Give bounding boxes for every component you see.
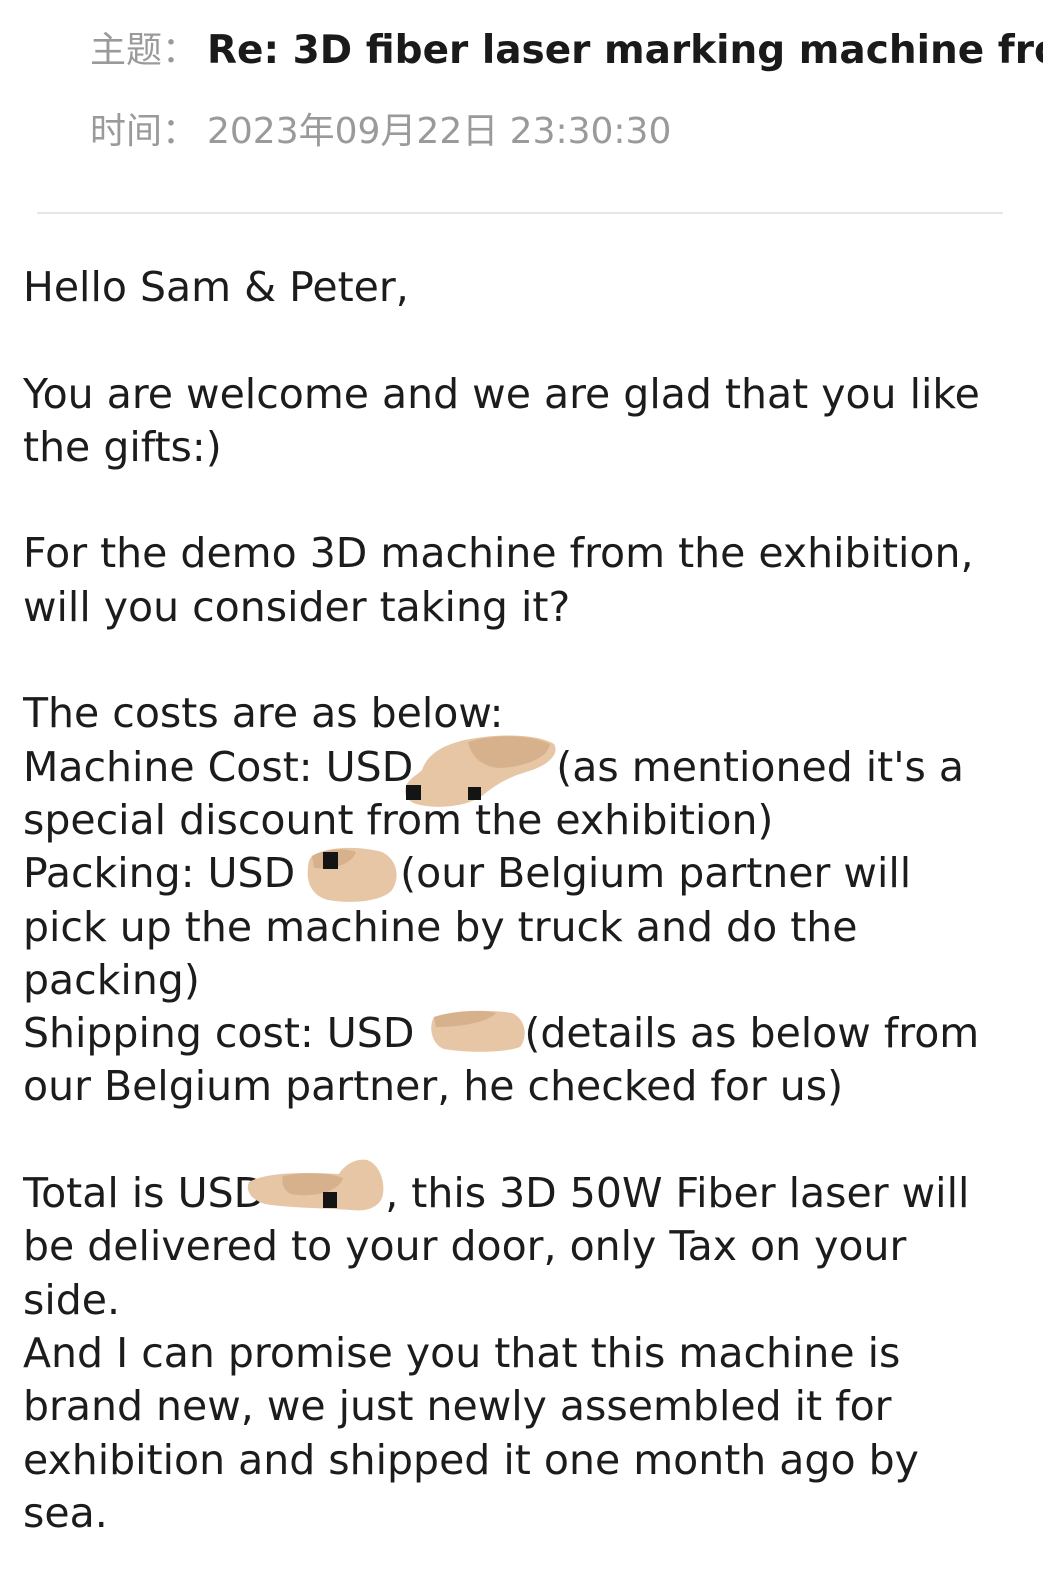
redaction-mark	[405, 735, 556, 807]
header-divider	[37, 212, 1003, 214]
packing-cost-note-line: packing)	[23, 955, 200, 1004]
thanks-line: You are welcome and we are glad that you…	[23, 369, 980, 418]
redaction-mark	[414, 1007, 526, 1060]
shipping-cost-label: Shipping cost: USD	[23, 1009, 415, 1058]
thanks-paragraph: You are welcome and we are glad that you…	[23, 368, 1033, 475]
email-body: Hello Sam & Peter, You are welcome and w…	[23, 261, 1033, 1551]
machine-cost-line: Machine Cost: USD (as mentioned it's a	[23, 735, 1033, 807]
offer-paragraph: For the demo 3D machine from the exhibit…	[23, 527, 1033, 634]
offer-line: For the demo 3D machine from the exhibit…	[23, 529, 974, 578]
packing-cost-note-line: pick up the machine by truck and do the	[23, 902, 858, 951]
greeting-paragraph: Hello Sam & Peter,	[23, 261, 1033, 314]
packing-cost-label: Packing: USD	[23, 849, 296, 898]
subject-text: Re: 3D fiber laser marking machine fro	[207, 29, 1043, 73]
redaction-mark	[295, 847, 400, 903]
redaction-graphic	[431, 1011, 526, 1052]
shipping-cost-note-line: our Belgium partner, he checked for us)	[23, 1062, 844, 1111]
costs-paragraph: The costs are as below: Machine Cost: US…	[23, 687, 1033, 1113]
packing-cost-note: (our Belgium partner will	[400, 849, 912, 898]
time-label: 时间：	[90, 111, 199, 152]
machine-cost-note: (as mentioned it's a	[556, 742, 965, 791]
redaction-square	[323, 1192, 338, 1209]
total-paragraph: Total is USD , this 3D 50W Fiber laser wi…	[23, 1159, 1033, 1327]
offer-line: will you consider taking it?	[23, 582, 571, 631]
total-label: Total is USD	[23, 1169, 266, 1218]
sent-time: 2023年09月22日 23:30:30	[207, 111, 672, 152]
total-line: Total is USD , this 3D 50W Fiber laser wi…	[23, 1159, 1033, 1220]
greeting-line: Hello Sam & Peter,	[23, 263, 409, 311]
promise-line: brand new, we just newly assembled it fo…	[23, 1382, 892, 1431]
promise-line: exhibition and shipped it one month ago …	[23, 1435, 919, 1484]
redaction-graphic	[247, 1159, 384, 1211]
total-text-line: be delivered to your door, only Tax on y…	[23, 1222, 907, 1271]
machine-cost-label: Machine Cost: USD	[23, 742, 414, 791]
redaction-graphic	[307, 848, 397, 903]
redaction-square	[323, 852, 339, 870]
promise-line: sea.	[23, 1488, 108, 1537]
packing-cost-line: Packing: USD (our Belgium partner will	[23, 847, 1033, 903]
redaction-graphic	[405, 735, 556, 807]
total-text: , this 3D 50W Fiber laser will	[385, 1169, 970, 1218]
shipping-cost-note: (details as below from	[524, 1009, 980, 1058]
redaction-mark	[247, 1159, 385, 1220]
redaction-square	[468, 786, 482, 800]
shipping-cost-line: Shipping cost: USD (details as below from	[23, 1007, 1033, 1060]
promise-line: And I can promise you that this machine …	[23, 1328, 901, 1377]
promise-paragraph: And I can promise you that this machine …	[23, 1327, 1033, 1540]
thanks-line: the gifts:)	[23, 422, 222, 471]
total-text-line: side.	[23, 1275, 121, 1324]
redaction-square	[406, 784, 422, 800]
subject-label: 主题：	[90, 30, 199, 71]
